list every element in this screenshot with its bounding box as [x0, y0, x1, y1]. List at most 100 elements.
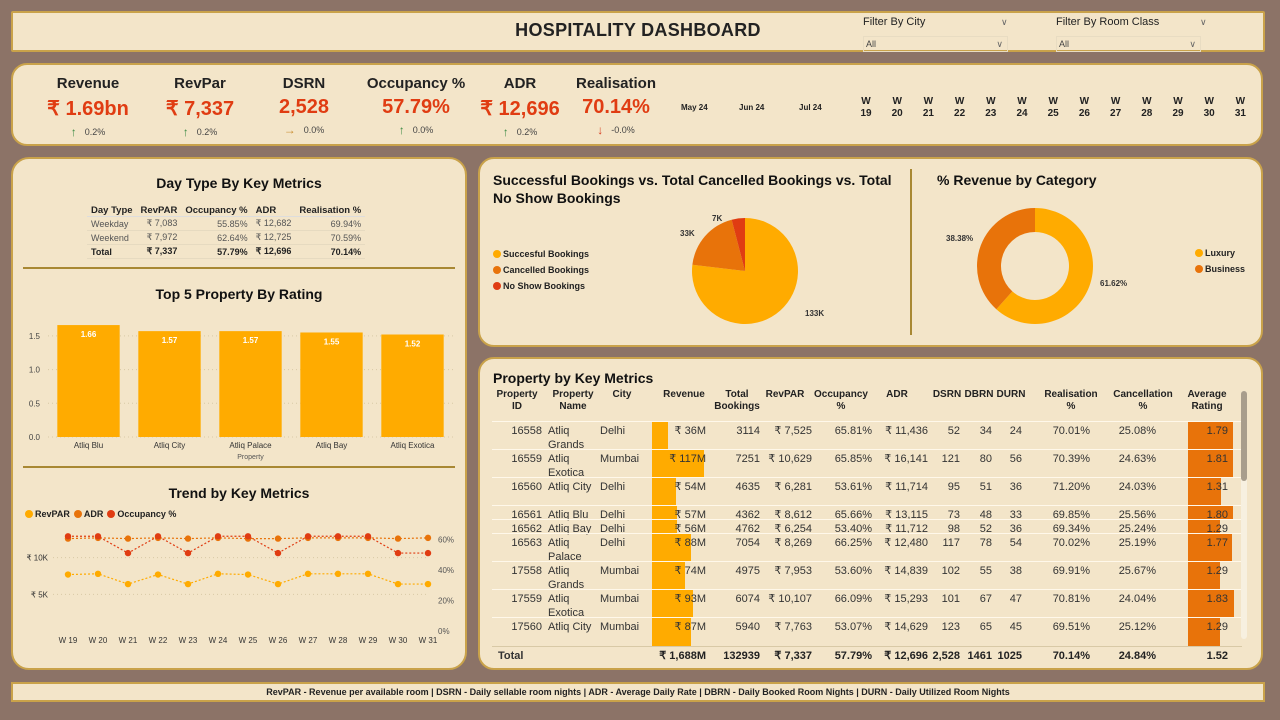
y-tick-label: 1.5	[29, 332, 41, 341]
month-slicer-jun-24[interactable]: Jun 24	[739, 103, 764, 112]
kpi-delta: → 0.0%	[249, 123, 359, 137]
col-occupancy[interactable]: Occupancy %	[181, 205, 252, 217]
column-header[interactable]: Revenue	[657, 389, 711, 401]
week-slicer-w23[interactable]: W 23	[981, 96, 1001, 120]
table-row[interactable]: Weekday ₹ 7,083 55.85% ₹ 12,682 69.94%	[87, 216, 366, 231]
cell-dsrn: 123	[941, 621, 960, 633]
col-realisation[interactable]: Realisation %	[295, 205, 366, 217]
kpi-label: DSRN	[282, 75, 326, 92]
scrollbar-thumb[interactable]	[1241, 391, 1247, 481]
week-slicer-w27[interactable]: W 27	[1106, 96, 1126, 120]
table-row[interactable]: Weekend ₹ 7,972 62.64% ₹ 12,725 70.59%	[87, 230, 366, 245]
cell-name: Atliq Exotica	[548, 453, 585, 479]
column-header[interactable]: Occupancy %	[810, 389, 872, 413]
room-class-filter[interactable]: Filter By Room Class ∨ All ∨	[1056, 16, 1207, 52]
week-slicer-w30[interactable]: W 30	[1199, 96, 1219, 120]
table-row[interactable]: 17559 Atliq Exotica Mumbai ₹ 93M 6074 ₹ 10,10…	[492, 589, 1242, 619]
total-row: Total ₹ 1,688M 132939 ₹ 7,337 57.79% ₹ 12,696…	[492, 646, 1242, 662]
city-filter-dropdown[interactable]: All ∨	[863, 36, 1008, 52]
table-row[interactable]: 16559 Atliq Exotica Mumbai ₹ 117M 7251 ₹ 10,6…	[492, 449, 1242, 479]
data-point	[244, 571, 252, 578]
column-header[interactable]: City	[602, 389, 642, 401]
legend-label: ADR	[83, 509, 104, 519]
kpi-card-occupancy-[interactable]: Occupancy % 57.79% ↑ 0.0%	[351, 75, 481, 137]
week-slicer-w26[interactable]: W 26	[1074, 96, 1094, 120]
table-row[interactable]: 16563 Atliq Palace Delhi ₹ 88M 7054 ₹ 8,269 66…	[492, 533, 1242, 563]
data-label: 61.62%	[1100, 279, 1127, 288]
legend-luxury[interactable]: Luxury	[1195, 248, 1245, 258]
kpi-delta-value: 0.2%	[196, 127, 218, 137]
chevron-down-icon[interactable]: ∨	[1001, 17, 1008, 28]
week-slicer-w31[interactable]: W 31	[1230, 96, 1250, 120]
week-slicer-w20[interactable]: W 20	[887, 96, 907, 120]
table-row[interactable]: 16562 Atliq Bay Delhi ₹ 56M 4762 ₹ 6,254 53.40…	[492, 519, 1242, 535]
column-header[interactable]: Total Bookings	[712, 389, 762, 413]
data-point	[94, 533, 102, 540]
kpi-card-realisation[interactable]: Realisation 70.14% ↓ -0.0%	[561, 75, 671, 137]
column-header[interactable]: RevPAR	[760, 389, 810, 401]
legend-dot-icon	[493, 250, 501, 258]
week-slicer-w25[interactable]: W 25	[1043, 96, 1063, 120]
legend-occupancy[interactable]: Occupancy %	[107, 509, 176, 519]
month-slicer-jul-24[interactable]: Jul 24	[799, 103, 822, 112]
cell-bookings: 6074	[735, 593, 760, 605]
column-header[interactable]: Property Name	[547, 389, 599, 413]
y-right-tick-label: 60%	[438, 535, 454, 544]
col-adr[interactable]: ADR	[251, 205, 296, 217]
legend-revpar[interactable]: RevPAR	[25, 509, 70, 519]
legend-adr[interactable]: ADR	[73, 509, 104, 519]
column-header[interactable]: DBRN	[964, 389, 994, 401]
week-slicer-w29[interactable]: W 29	[1168, 96, 1188, 120]
legend-successful[interactable]: Succesful Bookings	[493, 249, 589, 259]
month-slicer-may-24[interactable]: May 24	[681, 103, 708, 112]
cell-occ: 65.81%	[834, 425, 872, 437]
table-row[interactable]: 17558 Atliq Grands Mumbai ₹ 74M 4975 ₹ 7,953 5…	[492, 561, 1242, 591]
kpi-card-dsrn[interactable]: DSRN 2,528 → 0.0%	[249, 75, 359, 137]
data-point	[244, 533, 252, 540]
kpi-delta: ↑ 0.2%	[465, 125, 575, 139]
week-slicer-w22[interactable]: W 22	[950, 96, 970, 120]
kpi-card-adr[interactable]: ADR ₹ 12,696 ↑ 0.2%	[465, 75, 575, 139]
cell-adr: ₹ 14,629	[884, 621, 928, 633]
x-tick-label: W 23	[179, 636, 198, 645]
week-slicer-w24[interactable]: W 24	[1012, 96, 1032, 120]
legend-no-show[interactable]: No Show Bookings	[493, 281, 589, 291]
week-slicer-w19[interactable]: W 19	[856, 96, 876, 120]
divider	[23, 267, 455, 269]
table-scrollbar[interactable]	[1241, 391, 1247, 639]
table-row[interactable]: 16558 Atliq Grands Delhi ₹ 36M 3114 ₹ 7,525 65…	[492, 421, 1242, 451]
col-day-type[interactable]: Day Type	[87, 205, 137, 217]
table-row[interactable]: 16561 Atliq Blu Delhi ₹ 57M 4362 ₹ 8,612 65.66…	[492, 505, 1242, 521]
data-point	[394, 549, 402, 557]
kpi-card-revpar[interactable]: RevPar ₹ 7,337 ↑ 0.2%	[140, 75, 260, 139]
column-header[interactable]: Average Rating	[1182, 389, 1232, 413]
week-slicer-w28[interactable]: W 28	[1137, 96, 1157, 120]
col-revpar[interactable]: RevPAR	[136, 205, 182, 217]
table-row[interactable]: 17560 Atliq City Mumbai ₹ 87M 5940 ₹ 7,763 53.…	[492, 617, 1242, 646]
cell-canc: 25.12%	[1118, 621, 1156, 633]
legend-cancelled[interactable]: Cancelled Bookings	[493, 265, 589, 275]
column-header[interactable]: ADR	[882, 389, 912, 401]
column-header[interactable]: Cancellation %	[1112, 389, 1174, 413]
room-class-filter-dropdown[interactable]: All ∨	[1056, 36, 1201, 52]
week-slicer-w21[interactable]: W 21	[918, 96, 938, 120]
column-header[interactable]: DSRN	[932, 389, 962, 401]
divider	[910, 169, 912, 335]
cell-real: 69.51%	[1052, 621, 1090, 633]
x-tick-label: W 28	[329, 636, 348, 645]
legend-dot-icon	[493, 266, 501, 274]
day-type-title: Day Type By Key Metrics	[156, 175, 322, 191]
column-header[interactable]: Realisation %	[1042, 389, 1100, 413]
data-label: 38.38%	[946, 234, 973, 243]
column-header[interactable]: Property ID	[492, 389, 542, 413]
chevron-down-icon[interactable]: ∨	[1200, 17, 1207, 28]
column-header[interactable]: DURN	[996, 389, 1026, 401]
cell-occ: 53.61%	[834, 481, 872, 493]
city-filter[interactable]: Filter By City ∨ All ∨	[863, 16, 1008, 52]
table-row[interactable]: 16560 Atliq City Delhi ₹ 54M 4635 ₹ 6,281 53.6…	[492, 477, 1242, 506]
cell-durn: 47	[1009, 593, 1022, 605]
kpi-card-revenue[interactable]: Revenue ₹ 1.69bn ↑ 0.2%	[28, 75, 148, 139]
y-right-tick-label: 20%	[438, 596, 454, 605]
legend-business[interactable]: Business	[1195, 264, 1245, 274]
cell-rating: 1.77	[1206, 537, 1228, 549]
